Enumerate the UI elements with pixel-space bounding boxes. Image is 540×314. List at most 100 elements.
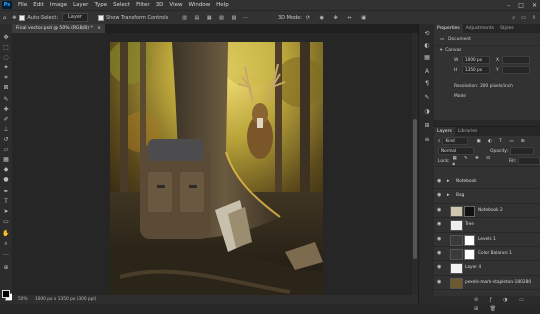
visibility-eye-icon[interactable]: ◉ [437,222,443,227]
adjustments-icon[interactable]: ◑ [423,108,431,115]
fill-field[interactable] [518,157,540,165]
scrollbar-thumb[interactable] [413,119,417,259]
move-tool-icon[interactable]: ✥ [2,34,10,41]
layer-row[interactable]: ◉ Layer 4 [434,261,540,276]
brushes-icon[interactable]: ✎ [423,94,431,101]
height-field[interactable]: 1350 px [462,66,490,74]
paragraph-icon[interactable]: ¶ [423,80,431,87]
more-tools-icon[interactable]: ··· [2,252,10,259]
visibility-eye-icon[interactable]: ◉ [437,179,443,184]
document-tab[interactable]: Final vector.psd @ 50% (RGB/8) * × [12,24,106,33]
menu-image[interactable]: Image [47,2,70,8]
filter-icons[interactable]: ▣ ◐ T ▭ ⊞ [476,139,527,144]
swatches-icon[interactable]: ▦ [423,54,431,61]
layer-row[interactable]: ◉ Notebook 2 [434,204,540,219]
transform-controls-checkbox[interactable] [97,14,104,21]
zoom-tool-icon[interactable]: ⌕ [2,240,10,247]
visibility-eye-icon[interactable]: ◉ [437,251,443,256]
eraser-icon[interactable]: ▱ [2,146,10,153]
zoom-level[interactable]: 50% [18,297,28,302]
menu-window[interactable]: Window [185,2,213,8]
menu-3d[interactable]: 3D [153,2,167,8]
edit-toolbar-icon[interactable]: ⊕ [2,264,10,271]
visibility-eye-icon[interactable]: ◉ [437,236,443,242]
marquee-tool-icon[interactable]: ⬚ [2,44,10,51]
visibility-eye-icon[interactable]: ◉ [437,265,443,270]
align-icons[interactable]: ▥ ▤ ▦ ▧ ▨ [182,15,239,21]
move-tool-icon[interactable]: ✥ [12,15,16,21]
menu-select[interactable]: Select [110,2,133,8]
tab-adjustments[interactable]: Adjustments [463,24,497,33]
blend-mode-dropdown[interactable]: Normal [438,147,474,155]
lasso-tool-icon[interactable]: ◌ [2,54,10,61]
canvas-section-header[interactable]: ▾ Canvas [434,45,540,55]
menu-file[interactable]: File [15,2,30,8]
menu-edit[interactable]: Edit [30,2,47,8]
home-icon[interactable]: ⌂ [3,15,6,21]
pen-tool-icon[interactable]: ✒ [2,188,10,195]
visibility-eye-icon[interactable]: ◉ [437,207,443,213]
tab-styles[interactable]: Styles [497,24,517,33]
path-selection-icon[interactable]: ➤ [2,208,10,215]
menu-layer[interactable]: Layer [70,2,91,8]
visibility-eye-icon[interactable]: ◉ [437,279,443,285]
layer-row[interactable]: ◉ ▸ Bag [434,189,540,204]
menu-type[interactable]: Type [91,2,110,8]
workspace-icon[interactable]: ▭ [521,15,526,21]
layer-name: pexels-mark-stapleton-180280 [465,279,532,285]
kind-filter-dropdown[interactable]: Kind [442,137,469,145]
menu-help[interactable]: Help [213,2,232,8]
brush-tool-icon[interactable]: ✐ [2,116,10,123]
magic-wand-icon[interactable]: ✦ [2,64,10,71]
healing-brush-icon[interactable]: ✚ [2,106,10,113]
dodge-tool-icon[interactable]: ● [2,176,10,183]
tab-libraries[interactable]: Libraries [455,127,480,136]
frame-tool-icon[interactable]: ⊠ [2,84,10,91]
search-icon[interactable]: ⌕ [512,15,515,21]
foreground-color-swatch[interactable] [2,290,10,298]
minimize-button[interactable]: – [507,2,510,9]
close-document-icon[interactable]: × [97,26,101,31]
layer-row[interactable]: ◉ Levels 1 [434,233,540,247]
collapse-canvas-icon[interactable]: ▾ [440,48,442,53]
canvas-heading: Canvas [445,48,462,53]
menu-view[interactable]: View [166,2,185,8]
layer-row[interactable]: ◉ ▸ Notebook [434,175,540,190]
width-field[interactable]: 1000 px [462,56,490,64]
resolution-text: Resolution: 300 pixels/inch [454,83,513,89]
tab-layers[interactable]: Layers [434,127,455,136]
x-field[interactable] [502,56,530,64]
layer-row[interactable]: ◉ pexels-mark-stapleton-180280 [434,276,540,291]
channels-icon[interactable]: ≡ [423,136,431,143]
glyphs-icon[interactable]: ⊞ [423,122,431,129]
opacity-label: Opacity: [490,148,509,154]
rectangle-tool-icon[interactable]: ▭ [2,218,10,225]
crop-tool-icon[interactable]: ⌗ [2,74,10,81]
hand-tool-icon[interactable]: ✋ [2,230,10,237]
menu-filter[interactable]: Filter [133,2,153,8]
blur-tool-icon[interactable]: ◆ [2,166,10,173]
y-field[interactable] [502,66,530,74]
eyedropper-icon[interactable]: ✎ [2,96,10,103]
color-icon[interactable]: ◐ [423,42,431,49]
history-brush-icon[interactable]: ↺ [2,136,10,143]
maximize-button[interactable]: □ [518,2,524,9]
opacity-field[interactable] [510,147,535,155]
auto-select-dropdown[interactable]: Layer [62,13,88,22]
tab-properties[interactable]: Properties [434,24,463,33]
layer-row[interactable]: ◉ Color Balance 1 [434,247,540,262]
clone-stamp-icon[interactable]: ⊥ [2,126,10,133]
close-window-button[interactable]: ✕ [532,2,537,9]
gradient-tool-icon[interactable]: ▦ [2,156,10,163]
auto-select-checkbox[interactable] [19,14,26,21]
more-options-icon[interactable]: ··· [243,15,248,21]
history-icon[interactable]: ⟲ [423,30,431,37]
3d-mode-icons[interactable]: ⟳ ◉ ✥ ⇔ ▣ [306,15,370,21]
share-icon[interactable]: ⇪ [532,15,536,21]
lock-icons[interactable]: ▦ ✎ ✥ ⊡ 🔒︎ [453,156,497,167]
canvas-image[interactable] [110,42,323,298]
layer-row[interactable]: ◉ Tree [434,218,540,233]
type-tool-icon[interactable]: T [2,198,10,205]
visibility-eye-icon[interactable]: ◉ [437,193,443,198]
character-icon[interactable]: A [423,68,431,75]
